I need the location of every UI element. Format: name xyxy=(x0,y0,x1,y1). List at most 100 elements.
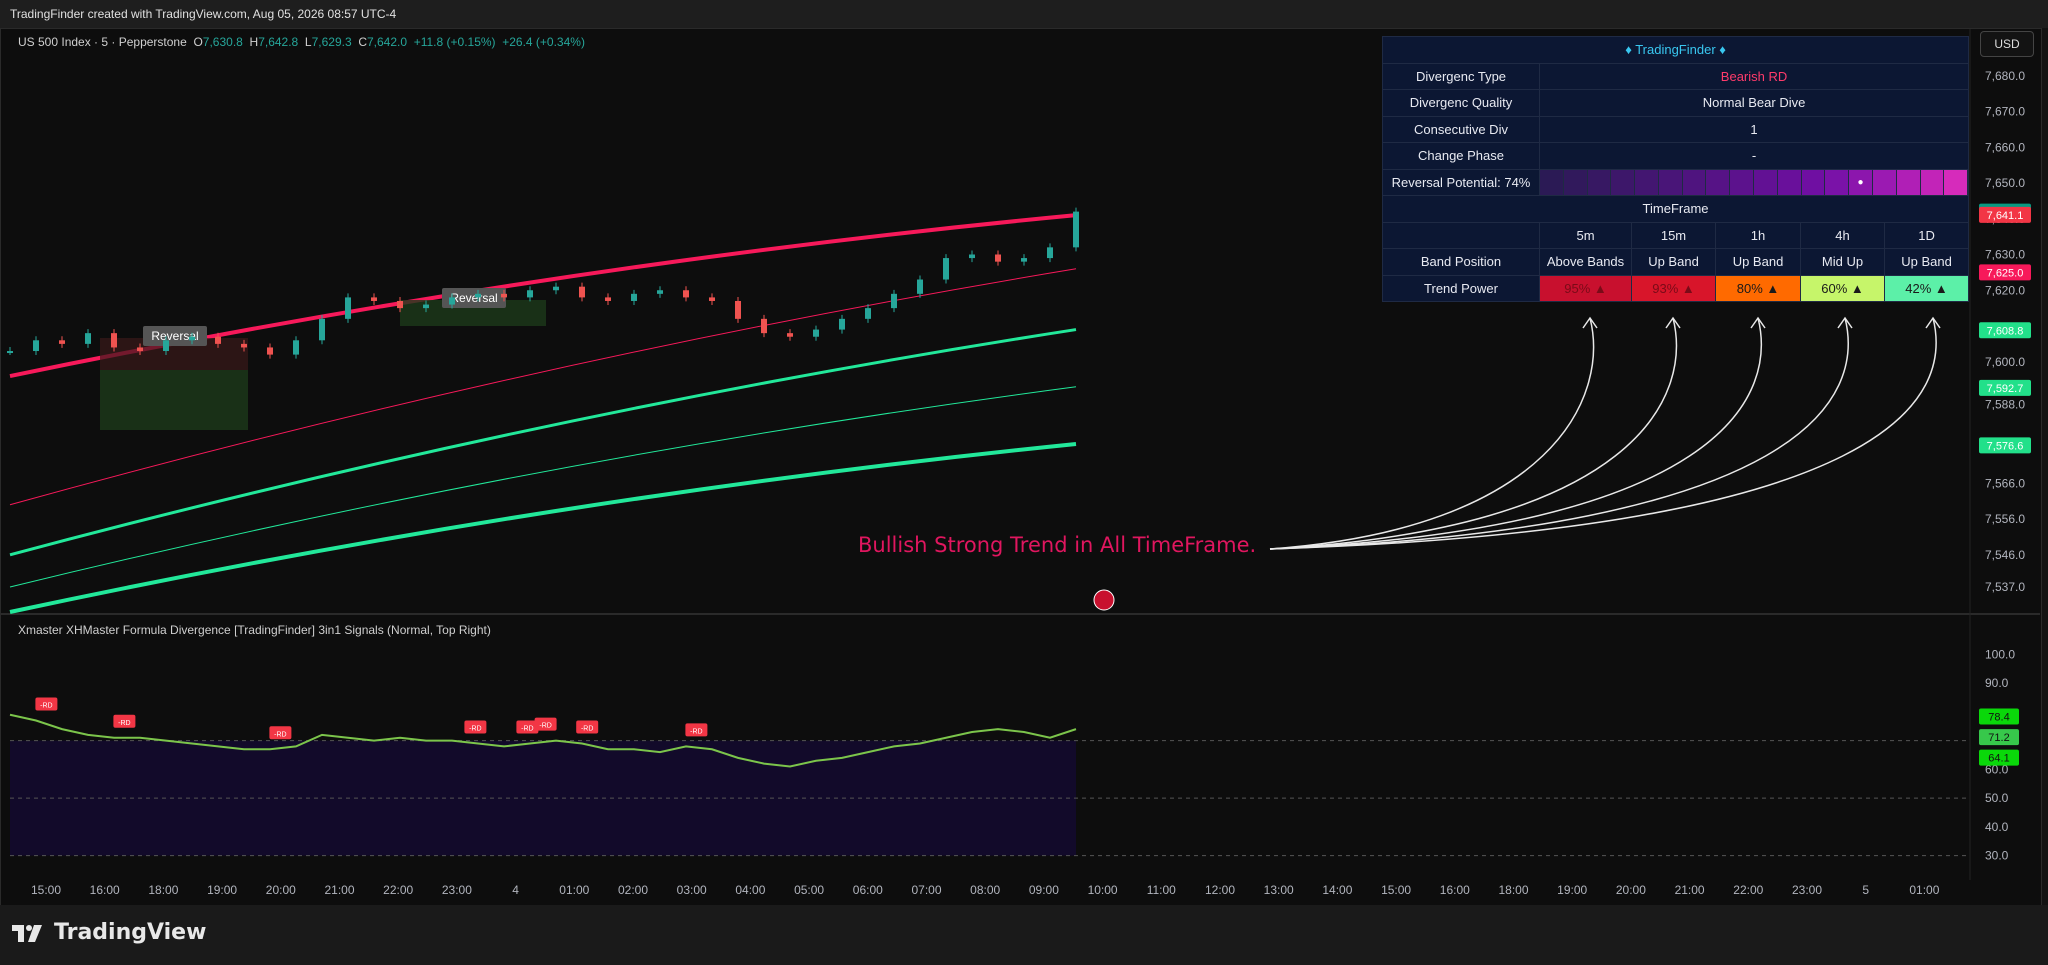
gauge-segment xyxy=(1944,169,1968,195)
time-tick-label: 15:00 xyxy=(1381,883,1411,897)
divergence-signal-label: -RD xyxy=(521,726,533,733)
candle-body xyxy=(605,297,611,301)
symbol-name[interactable]: US 500 Index · 5 · Pepperstone xyxy=(18,35,187,49)
timeframe-header: TimeFrame xyxy=(1381,195,1970,223)
blank-cell xyxy=(1382,221,1540,249)
oscillator-tick-label: 90.0 xyxy=(1985,676,2009,690)
time-tick-label: 20:00 xyxy=(266,883,296,897)
gauge-segment xyxy=(1706,169,1731,195)
table-value: Bearish RD xyxy=(1538,62,1970,90)
time-tick-label: 05:00 xyxy=(794,883,824,897)
tradingview-logo[interactable]: TradingView xyxy=(12,920,206,945)
time-tick-label: 18:00 xyxy=(148,883,178,897)
reversal-label: Reversal Potential: 74% xyxy=(1382,168,1540,196)
time-tick-label: 08:00 xyxy=(970,883,1000,897)
tf-1h: 1h xyxy=(1715,221,1801,249)
price-tick-label: 7,566.0 xyxy=(1985,476,2025,490)
candle-body xyxy=(423,304,429,309)
candle-body xyxy=(631,293,637,301)
band-cell: Up Band xyxy=(1883,248,1970,276)
candle-body xyxy=(709,297,715,301)
currency-button[interactable]: USD xyxy=(1980,31,2034,57)
band-cell: Mid Up xyxy=(1800,248,1885,276)
time-tick-label: 14:00 xyxy=(1322,883,1352,897)
oscillator-value-label: 71.2 xyxy=(1988,732,2009,744)
time-tick-label: 23:00 xyxy=(1792,883,1822,897)
time-tick-label: 19:00 xyxy=(207,883,237,897)
close-label: C xyxy=(358,35,367,49)
candle-body xyxy=(397,300,403,309)
candle-body xyxy=(839,318,845,330)
brand-name: TradingView xyxy=(54,920,207,945)
candle-body xyxy=(657,290,663,294)
candle-body xyxy=(319,318,325,341)
reversal-gauge: ● xyxy=(1538,168,1970,196)
oscillator-value-label: 64.1 xyxy=(1988,753,2009,765)
table-value: Normal Bear Dive xyxy=(1538,89,1970,117)
time-tick-label: 5 xyxy=(1862,883,1869,897)
time-tick-label: 06:00 xyxy=(853,883,883,897)
divergence-signal-label: -RD xyxy=(274,731,286,738)
time-tick-label: 23:00 xyxy=(442,883,472,897)
time-tick-label: 16:00 xyxy=(1440,883,1470,897)
reversal-zone-green xyxy=(100,370,248,430)
high-label: H xyxy=(249,35,259,49)
candle-body xyxy=(137,347,143,352)
time-tick-label: 16:00 xyxy=(90,883,120,897)
candle-body xyxy=(579,286,585,298)
oscillator-tick-label: 30.0 xyxy=(1985,849,2009,863)
band-line xyxy=(9,441,1077,614)
tf-15m: 15m xyxy=(1631,221,1716,249)
indicator-title: Xmaster XHMaster Formula Divergence [Tra… xyxy=(18,623,491,637)
candle-body xyxy=(787,333,793,337)
divergence-signal-label: -RD xyxy=(469,726,481,733)
band-cell: Above Bands xyxy=(1539,248,1632,276)
candle-body xyxy=(475,293,481,298)
gauge-segment xyxy=(1563,169,1588,195)
tf-4h: 4h xyxy=(1800,221,1885,249)
price-tick-label: 7,680.0 xyxy=(1985,69,2025,83)
candle-body xyxy=(761,318,767,334)
time-tick-label: 02:00 xyxy=(618,883,648,897)
candle-body xyxy=(33,340,39,352)
gauge-segment xyxy=(1801,169,1826,195)
low-value: 7,629.3 xyxy=(311,35,352,49)
divergence-signal-label: -RD xyxy=(539,723,551,730)
candle-body xyxy=(1047,247,1053,259)
tf-1d: 1D xyxy=(1883,221,1970,249)
table-label: Consecutive Div xyxy=(1382,115,1540,143)
price-tick-label: 7,620.0 xyxy=(1985,283,2025,297)
candle-body xyxy=(293,340,299,355)
candle-body xyxy=(683,290,689,298)
close-value: 7,642.0 xyxy=(366,35,408,49)
candle-body xyxy=(267,347,273,355)
price-label: 7,608.8 xyxy=(1987,325,2024,337)
gauge-segment xyxy=(1611,169,1636,195)
power-cell: 42% ▲ xyxy=(1883,274,1970,302)
gauge-segment: ● xyxy=(1849,169,1873,195)
time-tick-label: 09:00 xyxy=(1029,883,1059,897)
time-tick-label: 10:00 xyxy=(1088,883,1118,897)
price-tick-label: 7,600.0 xyxy=(1985,355,2025,369)
event-flag-icon xyxy=(1093,589,1115,611)
price-tick-label: 7,556.0 xyxy=(1985,512,2025,526)
reversal-label: Reversal xyxy=(450,291,497,305)
table-title: ♦ TradingFinder ♦ xyxy=(1381,36,1970,64)
price-label: 7,592.7 xyxy=(1987,383,2024,395)
candle-body xyxy=(1021,258,1027,262)
candle-body xyxy=(345,297,351,319)
gauge-segment xyxy=(1920,169,1945,195)
candle-body xyxy=(241,343,247,348)
power-cell: 95% ▲ xyxy=(1539,274,1632,302)
table-label: Divergenc Type xyxy=(1382,62,1540,90)
annotation-text: Bullish Strong Trend in All TimeFrame. xyxy=(858,533,1257,557)
time-tick-label: 15:00 xyxy=(31,883,61,897)
tf-5m: 5m xyxy=(1539,221,1632,249)
candle-body xyxy=(59,340,65,344)
candle-body xyxy=(1073,211,1079,248)
power-cell: 80% ▲ xyxy=(1715,274,1801,302)
table-value: 1 xyxy=(1538,115,1970,143)
gauge-segment xyxy=(1682,169,1707,195)
time-tick-label: 01:00 xyxy=(559,883,589,897)
annotation-arrow xyxy=(1269,317,1763,550)
